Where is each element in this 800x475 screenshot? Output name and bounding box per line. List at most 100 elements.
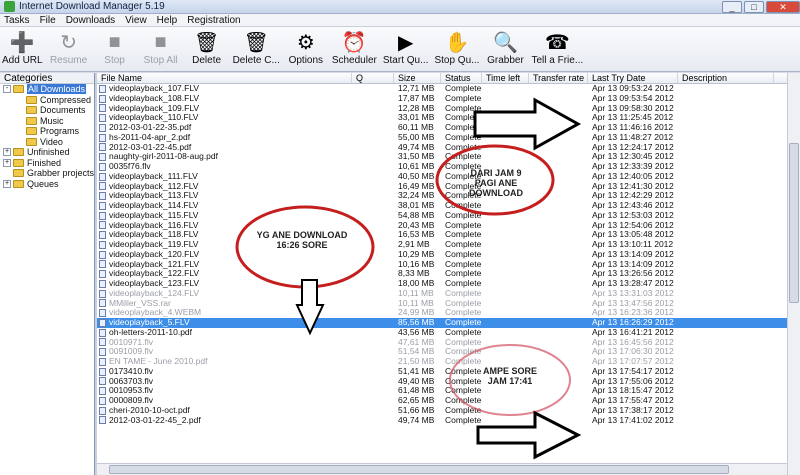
table-row[interactable]: 0000809.flv 62,65 MB Complete Apr 13 17:55:…: [97, 396, 800, 406]
table-row[interactable]: videoplayback_107.FLV 12,71 MB Complete Apr…: [97, 84, 800, 94]
grabber-button[interactable]: 🔍 Grabber: [485, 29, 525, 67]
stop-all-button[interactable]: ■ Stop All: [141, 29, 181, 67]
transfer-rate-cell: [529, 211, 588, 221]
transfer-rate-cell: [529, 347, 588, 357]
expand-toggle-icon[interactable]: +: [3, 158, 11, 167]
last-try-date-cell: Apr 13 12:33:39 2012: [592, 162, 674, 171]
column-status[interactable]: Status: [441, 73, 482, 83]
size-cell: 85,56 MB: [398, 318, 435, 327]
column-transfer-rate[interactable]: Transfer rate: [529, 73, 588, 83]
table-row[interactable]: 0173410.flv 51,41 MB Complete Apr 13 17:54:…: [97, 367, 800, 377]
menu-view[interactable]: View: [125, 15, 147, 26]
transfer-rate-cell: [529, 152, 588, 162]
annotation-evening-line2: JAM 17:41: [487, 376, 533, 386]
table-row[interactable]: videoplayback_108.FLV 17,87 MB Complete Apr…: [97, 94, 800, 104]
annotation-morning-text: DARI JAM 9 PAGI ANE DOWNLOAD: [452, 168, 540, 198]
column-file-name[interactable]: File Name: [97, 73, 352, 83]
vertical-scrollbar[interactable]: [787, 73, 800, 475]
menu-tasks[interactable]: Tasks: [4, 15, 30, 26]
table-row[interactable]: videoplayback_118.FLV 16,53 MB Complete Apr…: [97, 230, 800, 240]
close-button[interactable]: ✕: [766, 0, 800, 13]
table-row[interactable]: 0010971.flv 47,61 MB Complete Apr 13 16:45:…: [97, 338, 800, 348]
table-row[interactable]: 0010953.flv 61,48 MB Complete Apr 13 18:15:…: [97, 386, 800, 396]
table-row[interactable]: videoplayback_110.FLV 33,01 MB Complete Apr…: [97, 113, 800, 123]
options-gear-button[interactable]: ⚙ Options: [286, 29, 326, 67]
table-row[interactable]: videoplayback_123.FLV 18,00 MB Complete Apr…: [97, 279, 800, 289]
file-name-cell: 2012-03-01-22-45_2.pdf: [97, 416, 352, 426]
resume-button[interactable]: ↻ Resume: [49, 29, 89, 67]
file-type-icon: [99, 260, 106, 269]
table-row[interactable]: MMiller_VSS.rar 10,11 MB Complete Apr 13 13…: [97, 299, 800, 309]
minimize-button[interactable]: _: [722, 0, 742, 13]
category-video[interactable]: Video: [0, 137, 94, 148]
menu-downloads[interactable]: Downloads: [66, 15, 115, 26]
stop-button[interactable]: ■ Stop: [95, 29, 135, 67]
table-row[interactable]: oh-letters-2011-10.pdf 43,56 MB Complete Ap…: [97, 328, 800, 338]
table-row[interactable]: videoplayback_5.FLV 85,56 MB Complete Apr 1…: [97, 318, 800, 328]
add-url-button[interactable]: ➕ Add URL: [2, 29, 43, 67]
expand-toggle-icon[interactable]: +: [3, 179, 11, 188]
table-row[interactable]: videoplayback_4.WEBM 24,99 MB Complete Apr …: [97, 308, 800, 318]
table-row[interactable]: hs-2011-04-apr_2.pdf 55,00 MB Complete Apr …: [97, 133, 800, 143]
file-name-cell: MMiller_VSS.rar: [97, 299, 352, 309]
table-row[interactable]: EN TAME - June 2010.pdf 21,50 MB Complete A…: [97, 357, 800, 367]
tell-friend-button[interactable]: ☎ Tell a Frie...: [531, 29, 583, 67]
start-queue-button[interactable]: ▶ Start Qu...: [383, 29, 429, 67]
category-grabber-projects[interactable]: Grabber projects: [0, 168, 94, 179]
maximize-button[interactable]: □: [744, 0, 764, 13]
table-row[interactable]: videoplayback_114.FLV 38,01 MB Complete Apr…: [97, 201, 800, 211]
category-all-downloads[interactable]: - All Downloads: [0, 84, 94, 95]
table-row[interactable]: videoplayback_111.FLV 40,50 MB Complete Apr…: [97, 172, 800, 182]
menu-file[interactable]: File: [40, 15, 56, 26]
table-row[interactable]: 2012-03-01-22-35.pdf 60,11 MB Complete Apr …: [97, 123, 800, 133]
description-cell: [678, 240, 774, 250]
category-documents[interactable]: Documents: [0, 105, 94, 116]
column-time-left[interactable]: Time left: [482, 73, 529, 83]
toolbar-label: Stop All: [143, 55, 178, 66]
transfer-rate-cell: [529, 260, 588, 270]
delete-button[interactable]: 🗑 Delete: [187, 29, 227, 67]
vertical-scroll-thumb[interactable]: [789, 143, 799, 303]
scheduler-clock-button[interactable]: ⏰ Scheduler: [332, 29, 377, 67]
column-q[interactable]: Q: [352, 73, 394, 83]
table-row[interactable]: cheri-2010-10-oct.pdf 51,66 MB Complete Apr…: [97, 406, 800, 416]
table-row[interactable]: videoplayback_122.FLV 8,33 MB Complete Apr …: [97, 269, 800, 279]
table-row[interactable]: 0091009.flv 51,54 MB Complete Apr 13 17:06:…: [97, 347, 800, 357]
table-row[interactable]: videoplayback_109.FLV 12,28 MB Complete Apr…: [97, 104, 800, 114]
category-music[interactable]: Music: [0, 116, 94, 127]
status-cell: Complete: [445, 269, 482, 279]
category-programs[interactable]: Programs: [0, 126, 94, 137]
file-name-cell: videoplayback_120.FLV: [97, 250, 352, 260]
menu-help[interactable]: Help: [157, 15, 178, 26]
last-try-date-cell: Apr 13 17:38:17 2012: [592, 405, 674, 415]
column-last-try-date[interactable]: Last Try Date: [588, 73, 678, 83]
table-row[interactable]: videoplayback_113.FLV 32,24 MB Complete Apr…: [97, 191, 800, 201]
description-cell: [678, 94, 774, 104]
table-row[interactable]: videoplayback_119.FLV 2,91 MB Complete Apr …: [97, 240, 800, 250]
category-finished[interactable]: + Finished: [0, 158, 94, 169]
table-row[interactable]: videoplayback_115.FLV 54,88 MB Complete Apr…: [97, 211, 800, 221]
table-row[interactable]: 2012-03-01-22-45.pdf 49,74 MB Complete Apr …: [97, 143, 800, 153]
table-row[interactable]: videoplayback_112.FLV 16,49 MB Complete Apr…: [97, 182, 800, 192]
horizontal-scrollbar[interactable]: [97, 463, 787, 475]
expand-toggle-icon[interactable]: +: [3, 148, 11, 157]
expand-toggle-icon[interactable]: -: [3, 85, 11, 94]
table-row[interactable]: 0063703.flv 49,40 MB Complete Apr 13 17:55:…: [97, 377, 800, 387]
table-row[interactable]: videoplayback_116.FLV 20,43 MB Complete Apr…: [97, 221, 800, 231]
menu-registration[interactable]: Registration: [187, 15, 240, 26]
table-row[interactable]: 2012-03-01-22-45_2.pdf 49,74 MB Complete Ap…: [97, 416, 800, 426]
category-unfinished[interactable]: + Unfinished: [0, 147, 94, 158]
table-row[interactable]: videoplayback_124.FLV 10,11 MB Complete Apr…: [97, 289, 800, 299]
column-size[interactable]: Size: [394, 73, 441, 83]
table-row[interactable]: videoplayback_121.FLV 10,16 MB Complete Apr…: [97, 260, 800, 270]
table-row[interactable]: 0035f76.flv 10,61 MB Complete Apr 13 12:33:…: [97, 162, 800, 172]
horizontal-scroll-thumb[interactable]: [109, 465, 729, 474]
transfer-rate-cell: [529, 221, 588, 231]
category-queues[interactable]: + Queues: [0, 179, 94, 190]
stop-queue-button[interactable]: ✋ Stop Qu...: [434, 29, 479, 67]
category-compressed[interactable]: Compressed: [0, 95, 94, 106]
column-description[interactable]: Description: [678, 73, 774, 83]
table-row[interactable]: videoplayback_120.FLV 10,29 MB Complete Apr…: [97, 250, 800, 260]
delete-completed-button[interactable]: 🗑 Delete C...: [233, 29, 280, 67]
table-row[interactable]: naughty-girl-2011-08-aug.pdf 31,50 MB Comp…: [97, 152, 800, 162]
